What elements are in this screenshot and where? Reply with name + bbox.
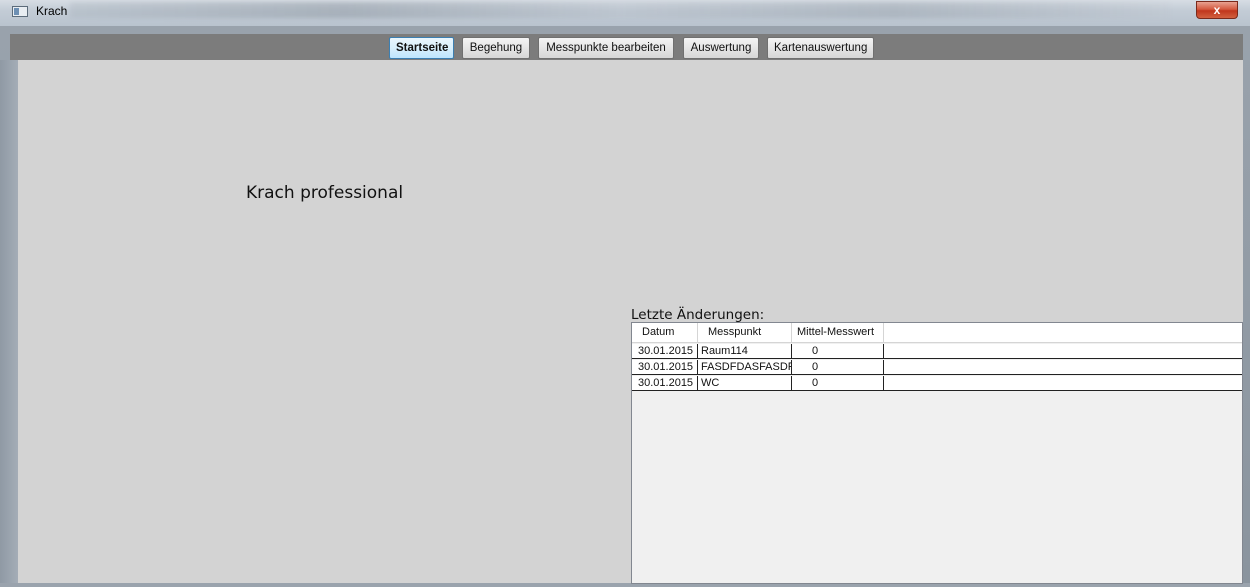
nav-begehung-button[interactable]: Begehung (462, 37, 530, 59)
nav-messpunkte-bearbeiten-button[interactable]: Messpunkte bearbeiten (538, 37, 674, 59)
cell-mittel-messwert: 0 (792, 360, 884, 374)
table-row[interactable]: 30.01.2015 FASDFDASFASDF 0 (632, 360, 1242, 375)
cell-filler (884, 344, 1242, 358)
recent-changes-table[interactable]: Datum Messpunkt Mittel-Messwert 30.01.20… (631, 322, 1243, 584)
cell-mittel-messwert: 0 (792, 376, 884, 390)
cell-filler (884, 360, 1242, 374)
nav-auswertung-button[interactable]: Auswertung (683, 37, 759, 59)
app-window: Krach x Startseite Begehung Messpunkte b… (0, 0, 1250, 587)
title-bar[interactable]: Krach x (0, 0, 1250, 26)
cell-filler (884, 376, 1242, 390)
column-header-mittel-messwert[interactable]: Mittel-Messwert (792, 323, 884, 343)
nav-startseite-button[interactable]: Startseite (389, 37, 454, 59)
recent-changes-label: Letzte Änderungen: (631, 307, 765, 323)
table-header: Datum Messpunkt Mittel-Messwert (632, 323, 1242, 343)
column-header-datum[interactable]: Datum (632, 323, 698, 343)
title-bar-blur (70, 2, 1170, 18)
column-header-messpunkt[interactable]: Messpunkt (698, 323, 792, 343)
cell-datum: 30.01.2015 (632, 344, 698, 358)
close-button[interactable]: x (1196, 1, 1238, 19)
app-heading: Krach professional (246, 183, 404, 203)
cell-messpunkt: FASDFDASFASDF (698, 360, 792, 374)
cell-datum: 30.01.2015 (632, 376, 698, 390)
nav-kartenauswertung-button[interactable]: Kartenauswertung (767, 37, 874, 59)
cell-messpunkt: Raum114 (698, 344, 792, 358)
table-row[interactable]: 30.01.2015 Raum114 0 (632, 344, 1242, 359)
window-left-border (0, 60, 18, 587)
window-app-icon[interactable] (12, 6, 28, 17)
cell-messpunkt: WC (698, 376, 792, 390)
cell-mittel-messwert: 0 (792, 344, 884, 358)
window-title: Krach (36, 4, 68, 18)
cell-datum: 30.01.2015 (632, 360, 698, 374)
close-icon: x (1213, 3, 1221, 17)
table-row[interactable]: 30.01.2015 WC 0 (632, 376, 1242, 391)
